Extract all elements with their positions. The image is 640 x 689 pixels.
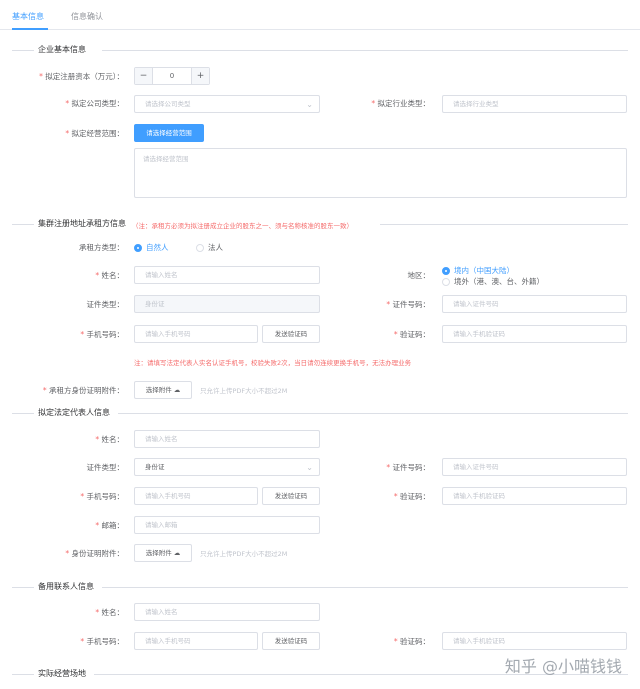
lessor-idtype-field: 身份证	[134, 295, 320, 313]
lessor-type-label: 承租方类型：	[79, 243, 124, 252]
tab-bar: 基本信息 信息确认	[0, 0, 640, 30]
legal-idtype-label: 证件类型：	[86, 463, 125, 472]
radio-legal-person[interactable]: 法人	[196, 242, 223, 253]
capital-label: * 拟定注册资本（万元）：	[39, 72, 124, 81]
capital-value[interactable]: 0	[153, 68, 191, 84]
radio-dot	[196, 243, 204, 252]
legal-phone-label: * 手机号码：	[80, 492, 124, 501]
radio-dot	[134, 243, 142, 252]
radio-overseas[interactable]: 境外（港、澳、台、外籍）	[442, 276, 544, 287]
lessor-name-input[interactable]: 请输入姓名	[134, 266, 320, 284]
legal-name-input[interactable]: 请输入姓名	[134, 430, 320, 448]
industry-label: * 拟定行业类型：	[371, 99, 430, 108]
backup-name-input[interactable]: 请输入姓名	[134, 603, 320, 621]
legal-email-label: * 邮箱：	[95, 521, 124, 530]
lessor-send-code-button[interactable]: 发送验证码	[262, 325, 320, 343]
legal-phone-input[interactable]: 请输入手机号码	[134, 487, 258, 505]
legal-attach-button[interactable]: 选择附件 ☁	[134, 544, 192, 562]
section-company: 企业基本信息	[0, 44, 640, 56]
section-title: 拟定法定代表人信息	[34, 407, 114, 418]
lessor-code-label: * 验证码：	[393, 330, 430, 339]
chevron-down-icon: ⌄	[306, 463, 313, 472]
lessor-attach-button[interactable]: 选择附件 ☁	[134, 381, 192, 399]
lessor-attach-hint: 只允许上传PDF大小不超过2M	[200, 387, 288, 395]
legal-idno-input[interactable]: 请输入证件号码	[442, 458, 627, 476]
lessor-name-label: * 姓名：	[95, 271, 124, 280]
radio-dot	[442, 277, 450, 286]
tab-confirm-info[interactable]: 信息确认	[71, 11, 103, 22]
legal-name-label: * 姓名：	[95, 435, 124, 444]
radio-natural-person[interactable]: 自然人	[134, 242, 169, 253]
backup-phone-label: * 手机号码：	[80, 637, 124, 646]
backup-send-code-button[interactable]: 发送验证码	[262, 632, 320, 650]
company-type-select[interactable]: 请选择公司类型 ⌄	[134, 95, 320, 113]
lessor-idno-input[interactable]: 请输入证件号码	[442, 295, 627, 313]
section-legal: 拟定法定代表人信息	[0, 407, 640, 419]
section-title: 集群注册地址承租方信息	[34, 218, 130, 229]
company-type-label: * 拟定公司类型：	[65, 99, 124, 108]
legal-attach-label: * 身份证明附件：	[65, 549, 124, 558]
legal-attach-hint: 只允许上传PDF大小不超过2M	[200, 550, 288, 558]
lessor-idtype-label: 证件类型：	[86, 300, 125, 309]
backup-name-label: * 姓名：	[95, 608, 124, 617]
lessor-code-input[interactable]: 请输入手机验证码	[442, 325, 627, 343]
legal-email-input[interactable]: 请输入邮箱	[134, 516, 320, 534]
lessor-phone-label: * 手机号码：	[80, 330, 124, 339]
legal-idtype-select[interactable]: 身份证 ⌄	[134, 458, 320, 476]
section-title: 备用联系人信息	[34, 581, 98, 592]
upload-icon: ☁	[173, 549, 181, 557]
lessor-phone-input[interactable]: 请输入手机号码	[134, 325, 258, 343]
industry-input[interactable]: 请选择行业类型	[442, 95, 627, 113]
lessor-note: （注：承租方必须为拟注册成立企业的股东之一、须与名称核准的股东一致）	[132, 222, 353, 230]
select-scope-button[interactable]: 请选择经营范围	[134, 124, 204, 142]
region-label: 地区：	[407, 271, 431, 280]
legal-code-label: * 验证码：	[393, 492, 430, 501]
tab-basic-info[interactable]: 基本信息	[12, 11, 44, 22]
lessor-idno-label: * 证件号码：	[386, 300, 430, 309]
phone-warning: 注：请填写法定代表人实名认证手机号，校验失败2次，当日请勿连续更换手机号，无法办…	[134, 359, 412, 367]
backup-phone-input[interactable]: 请输入手机号码	[134, 632, 258, 650]
lessor-attach-label: * 承租方身份证明附件：	[42, 386, 124, 395]
backup-code-label: * 验证码：	[393, 637, 430, 646]
radio-dot	[442, 266, 450, 275]
radio-domestic[interactable]: 境内（中国大陆）	[442, 265, 514, 276]
scope-textarea[interactable]: 请选择经营范围	[134, 148, 627, 198]
section-lessor: 集群注册地址承租方信息 （注：承租方必须为拟注册成立企业的股东之一、须与名称核准…	[0, 218, 640, 230]
scope-label: * 拟定经营范围：	[65, 129, 124, 138]
chevron-down-icon: ⌄	[306, 100, 313, 109]
section-title: 实际经营场地	[34, 668, 90, 679]
increment-button[interactable]: +	[191, 68, 209, 84]
section-backup: 备用联系人信息	[0, 581, 640, 593]
capital-stepper[interactable]: − 0 +	[134, 67, 210, 85]
backup-code-input[interactable]: 请输入手机验证码	[442, 632, 627, 650]
active-tab-indicator	[12, 28, 48, 30]
upload-icon: ☁	[173, 386, 181, 394]
legal-code-input[interactable]: 请输入手机验证码	[442, 487, 627, 505]
legal-idno-label: * 证件号码：	[386, 463, 430, 472]
decrement-button[interactable]: −	[135, 68, 153, 84]
watermark: 知乎 @小喵钱钱	[504, 657, 622, 676]
section-title: 企业基本信息	[34, 44, 90, 55]
legal-send-code-button[interactable]: 发送验证码	[262, 487, 320, 505]
